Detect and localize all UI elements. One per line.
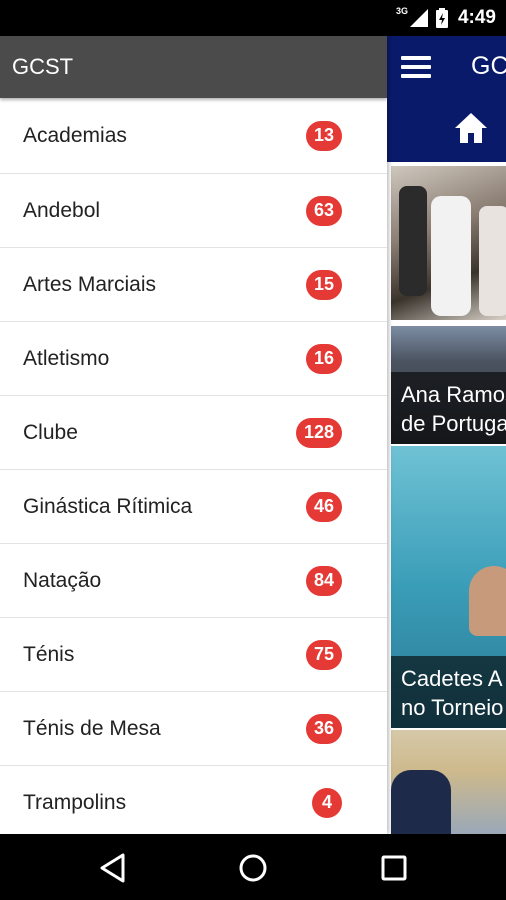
back-icon[interactable] bbox=[97, 851, 131, 885]
count-badge: 84 bbox=[305, 565, 342, 596]
news-caption: Ana Ramos de Portugal bbox=[391, 372, 506, 444]
count-badge: 16 bbox=[305, 343, 342, 374]
signal-icon bbox=[409, 9, 428, 27]
drawer-item-ginastica-ritimica[interactable]: Ginástica Rítimica 46 bbox=[0, 470, 387, 544]
count-badge: 36 bbox=[305, 713, 342, 744]
app-toolbar: GCST bbox=[387, 36, 506, 98]
news-caption-line: de Portugal bbox=[401, 411, 506, 436]
drawer-item-label: Atletismo bbox=[23, 346, 110, 370]
count-badge: 15 bbox=[305, 269, 342, 300]
count-badge: 4 bbox=[312, 787, 342, 818]
clock: 4:49 bbox=[457, 7, 496, 28]
drawer-item-label: Ténis bbox=[23, 642, 75, 666]
drawer-item-label: Academias bbox=[23, 123, 127, 147]
home-icon[interactable] bbox=[453, 110, 489, 146]
navigation-drawer: GCST Academias 13 Andebol 63 Artes Marci… bbox=[0, 36, 387, 834]
circle-home-icon[interactable] bbox=[236, 851, 270, 885]
drawer-item-label: Ténis de Mesa bbox=[23, 716, 161, 740]
count-badge: 46 bbox=[305, 491, 342, 522]
news-card[interactable]: Ana Ramos de Portugal bbox=[391, 326, 506, 444]
drawer-item-andebol[interactable]: Andebol 63 bbox=[0, 174, 387, 248]
drawer-item-tenis-de-mesa[interactable]: Ténis de Mesa 36 bbox=[0, 692, 387, 766]
drawer-item-trampolins[interactable]: Trampolins 4 bbox=[0, 766, 387, 834]
news-card[interactable]: Cadetes A no Torneio bbox=[391, 446, 506, 728]
news-card-image[interactable] bbox=[391, 166, 506, 320]
drawer-item-label: Clube bbox=[23, 420, 78, 444]
app-title: GCST bbox=[471, 52, 506, 80]
recents-icon[interactable] bbox=[377, 851, 411, 885]
drawer-item-academias[interactable]: Academias 13 bbox=[0, 98, 387, 174]
drawer-item-tenis[interactable]: Ténis 75 bbox=[0, 618, 387, 692]
news-card-image[interactable] bbox=[391, 730, 506, 834]
count-badge: 128 bbox=[295, 417, 342, 448]
drawer-title: GCST bbox=[12, 54, 74, 79]
news-caption-line: Ana Ramos bbox=[401, 382, 506, 407]
drawer-item-label: Ginástica Rítimica bbox=[23, 494, 193, 518]
system-navigation-bar bbox=[0, 834, 506, 900]
count-badge: 13 bbox=[305, 120, 342, 151]
news-caption: Cadetes A no Torneio bbox=[391, 656, 506, 728]
drawer-item-artes-marciais[interactable]: Artes Marciais 15 bbox=[0, 248, 387, 322]
news-caption-line: Cadetes A bbox=[401, 666, 503, 691]
drawer-item-natacao[interactable]: Natação 84 bbox=[0, 544, 387, 618]
drawer-list: Academias 13 Andebol 63 Artes Marciais 1… bbox=[0, 98, 387, 834]
drawer-item-label: Trampolins bbox=[23, 790, 127, 814]
drawer-item-atletismo[interactable]: Atletismo 16 bbox=[0, 322, 387, 396]
count-badge: 75 bbox=[305, 639, 342, 670]
count-badge: 63 bbox=[305, 195, 342, 226]
menu-icon[interactable] bbox=[401, 56, 431, 78]
drawer-item-clube[interactable]: Clube 128 bbox=[0, 396, 387, 470]
home-bar bbox=[387, 98, 506, 162]
drawer-item-label: Andebol bbox=[23, 198, 101, 222]
network-type: 3G bbox=[395, 6, 408, 16]
drawer-header: GCST bbox=[0, 36, 387, 98]
news-caption-line: no Torneio bbox=[401, 695, 504, 720]
drawer-item-label: Natação bbox=[23, 568, 102, 592]
status-bar: 3G 4:49 bbox=[0, 0, 506, 36]
drawer-item-label: Artes Marciais bbox=[23, 272, 157, 296]
battery-icon bbox=[435, 8, 448, 28]
